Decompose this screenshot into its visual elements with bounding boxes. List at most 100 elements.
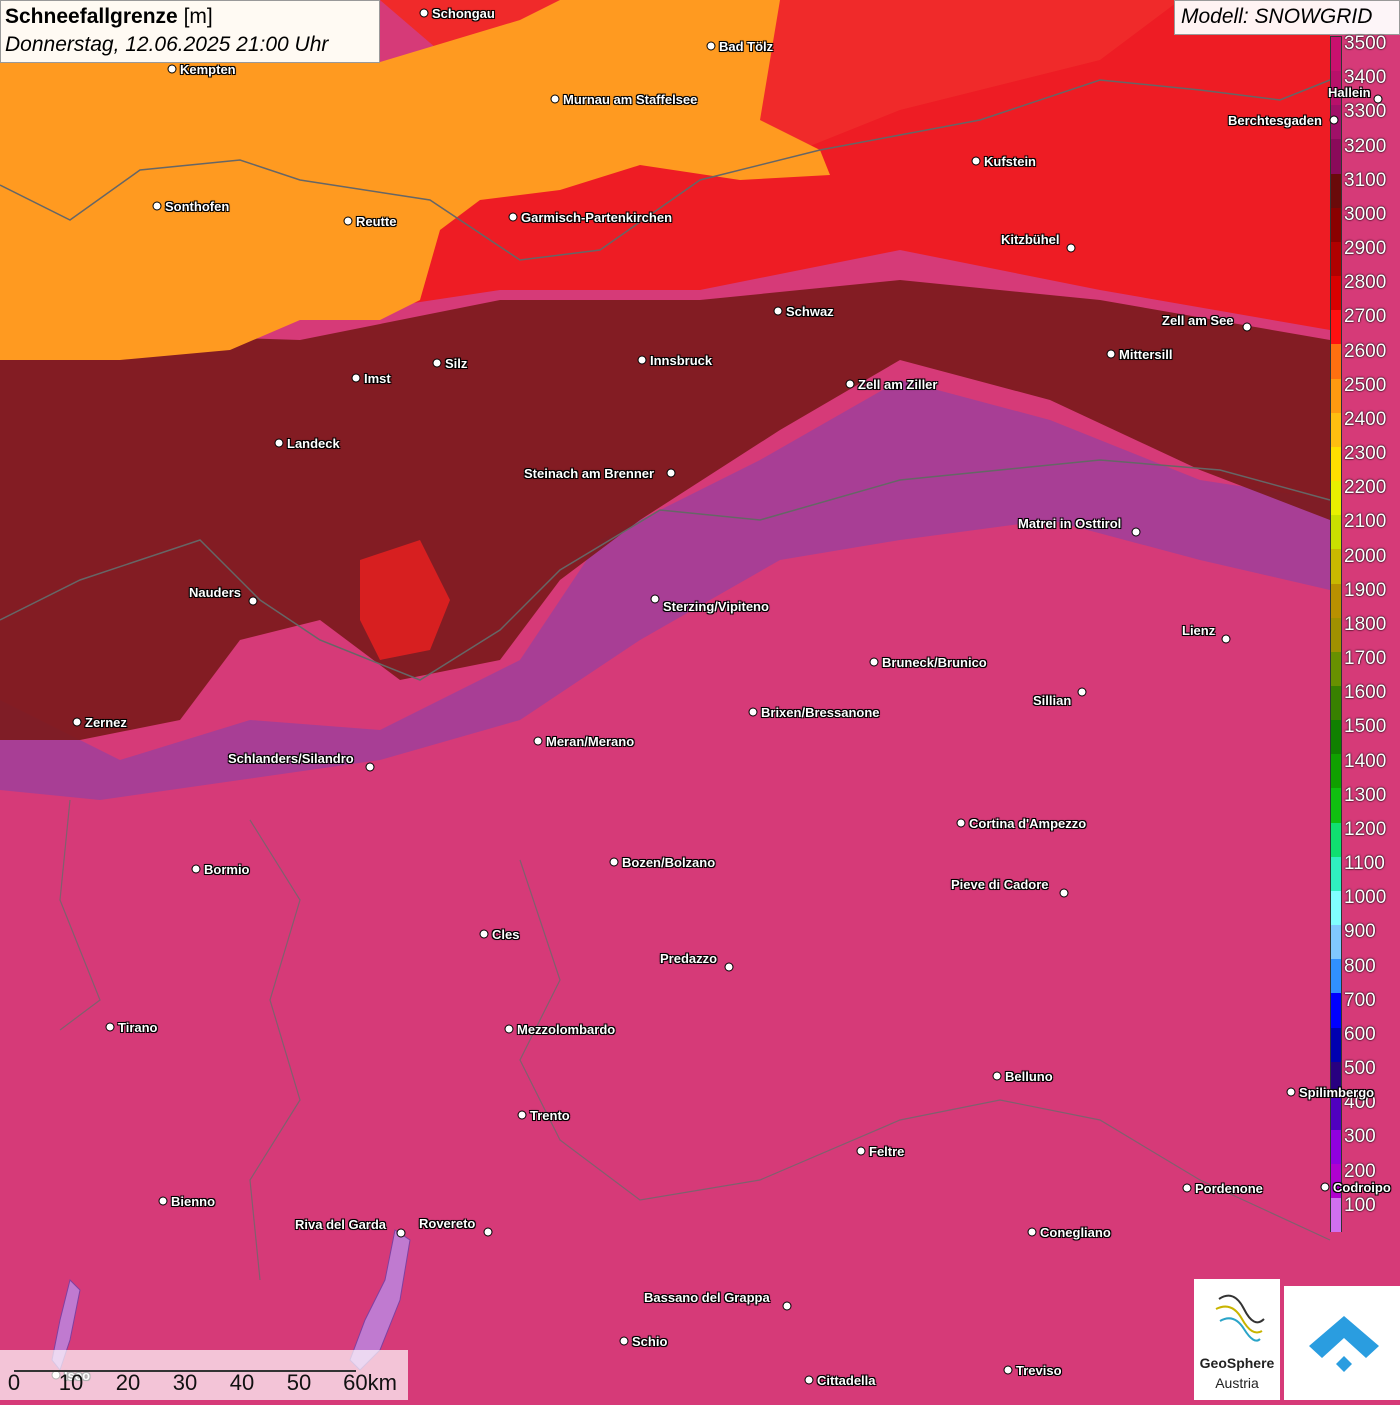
city-marker (1320, 1182, 1330, 1192)
legend-label: 500 (1344, 1058, 1376, 1080)
city-marker (1329, 115, 1339, 125)
city-label: Conegliano (1040, 1225, 1111, 1240)
city-marker (619, 1336, 629, 1346)
color-legend: 3500 3400 3300 3200 3100 3000 2900 2800 2700 2600… (1330, 33, 1400, 1236)
city-marker (666, 468, 676, 478)
city-marker (274, 438, 284, 448)
legend-label: 2900 (1344, 238, 1387, 260)
legend-swatch (1331, 344, 1341, 379)
city-marker (351, 373, 361, 383)
legend-swatch (1331, 207, 1341, 242)
legend-colorbar (1330, 36, 1342, 1233)
city-label: Bienno (171, 1194, 216, 1209)
city-label: Kempten (180, 62, 236, 77)
legend-label: 2400 (1344, 408, 1387, 430)
legend-label: 2200 (1344, 477, 1387, 499)
legend-swatch (1331, 412, 1341, 447)
city-marker (419, 8, 429, 18)
legend-label: 3100 (1344, 169, 1387, 191)
city-label: Schongau (432, 6, 495, 21)
city-marker (1242, 322, 1252, 332)
legend-label: 3300 (1344, 101, 1387, 123)
legend-swatch (1331, 583, 1341, 618)
scale-label: 20 (115, 1370, 141, 1395)
city-marker (1182, 1183, 1192, 1193)
city-label: Reutte (356, 214, 397, 229)
geosphere-logo-icon (1215, 1294, 1265, 1342)
city-label: Sonthofen (165, 199, 230, 214)
legend-label: 2800 (1344, 272, 1387, 294)
city-marker (343, 216, 353, 226)
city-marker (637, 355, 647, 365)
city-label: Codroipo (1333, 1180, 1391, 1195)
city-marker (550, 94, 560, 104)
city-label: Zernez (85, 715, 127, 730)
city-marker (1077, 687, 1087, 697)
city-label: Schlanders/Silandro (228, 751, 354, 766)
legend-swatch (1331, 1095, 1341, 1130)
city-marker (158, 1196, 168, 1206)
legend-swatch (1331, 139, 1341, 174)
city-marker (1373, 94, 1383, 104)
legend-swatch (1331, 788, 1341, 823)
city-label: Meran/Merano (546, 734, 635, 749)
legend-swatch (1331, 651, 1341, 686)
city-marker (1106, 349, 1116, 359)
city-label: Bozen/Bolzano (622, 855, 716, 870)
legend-label: 300 (1344, 1126, 1376, 1148)
city-label: Lienz (1182, 623, 1216, 638)
cloud-mountain-icon (1309, 1316, 1379, 1372)
legend-swatch (1331, 856, 1341, 891)
legend-swatch (1331, 959, 1341, 994)
city-label: Feltre (869, 1144, 905, 1159)
city-marker (167, 64, 177, 74)
legend-label: 1600 (1344, 682, 1387, 704)
city-label: Pieve di Cadore (951, 877, 1049, 892)
city-label: Mittersill (1119, 347, 1173, 362)
city-marker (1066, 243, 1076, 253)
city-marker (1131, 527, 1141, 537)
city-label: Bassano del Grappa (644, 1290, 770, 1305)
city-label: Bad Tölz (719, 39, 774, 54)
city-marker (365, 762, 375, 772)
city-label: Brixen/Bressanone (761, 705, 880, 720)
legend-swatch (1331, 1130, 1341, 1165)
legend-swatch (1331, 173, 1341, 208)
city-marker (748, 707, 758, 717)
city-label: Trento (530, 1108, 570, 1123)
city-label: Cles (492, 927, 520, 942)
legend-label: 1500 (1344, 716, 1387, 738)
city-label: Cortina d'Ampezzo (969, 816, 1087, 831)
city-marker (609, 857, 619, 867)
scale-label: 50 (286, 1370, 312, 1395)
legend-label: 1000 (1344, 887, 1387, 909)
scale-label: 10 (58, 1370, 84, 1395)
legend-swatch (1331, 617, 1341, 652)
city-label: Schio (632, 1334, 668, 1349)
city-marker (1221, 634, 1231, 644)
city-label: Nauders (189, 585, 242, 600)
city-label: Innsbruck (650, 353, 713, 368)
city-marker (1003, 1365, 1013, 1375)
legend-swatch (1331, 446, 1341, 482)
legend-swatch (1331, 685, 1341, 721)
legend-label: 600 (1344, 1023, 1376, 1045)
legend-swatch (1331, 549, 1341, 584)
legend-swatch (1331, 515, 1341, 550)
city-label: Steinach am Brenner (524, 466, 655, 481)
city-marker (483, 1227, 493, 1237)
city-label: Zell am Ziller (858, 377, 938, 392)
map-title: Schneefallgrenze [m] (5, 5, 213, 28)
scale-label: 30 (172, 1370, 198, 1395)
city-marker (432, 358, 442, 368)
legend-swatch (1331, 1027, 1341, 1062)
legend-label: 1200 (1344, 818, 1387, 840)
legend-label: 2000 (1344, 545, 1387, 567)
city-label: Matrei in Osttirol (1018, 516, 1122, 531)
legend-label: 3200 (1344, 135, 1387, 157)
geosphere-logo: GeoSphere Austria (1194, 1279, 1280, 1400)
legend-label: 1100 (1344, 853, 1385, 875)
legend-label: 3000 (1344, 203, 1387, 225)
city-label: Belluno (1005, 1069, 1053, 1084)
city-label: Riva del Garda (295, 1217, 387, 1232)
